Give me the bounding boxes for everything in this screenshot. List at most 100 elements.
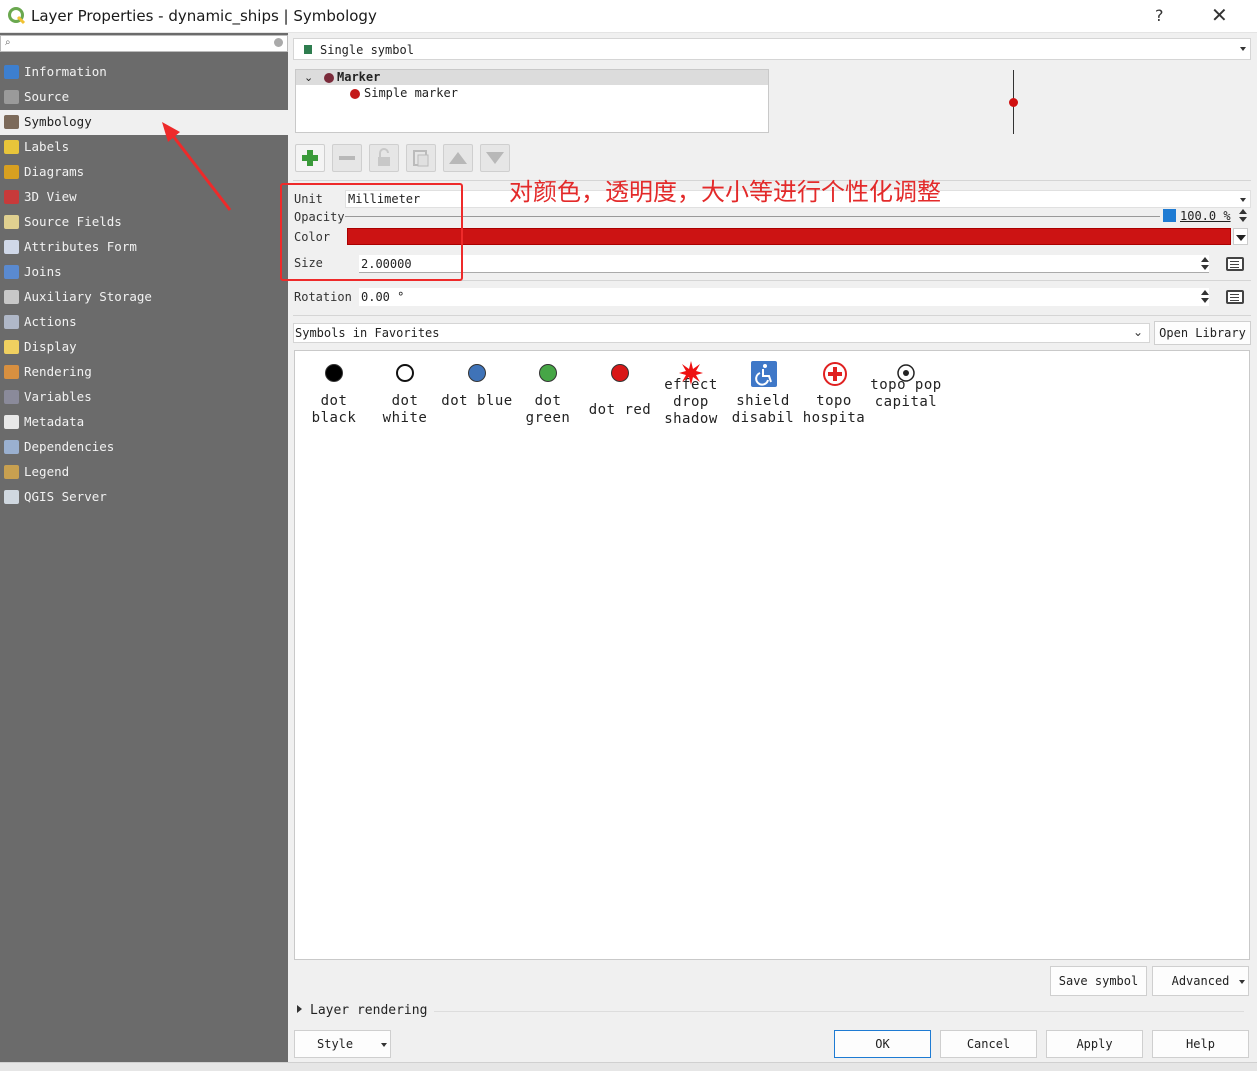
- dropdown-arrow-icon: [381, 1043, 387, 1047]
- sidebar-item-legend[interactable]: Legend: [0, 460, 288, 485]
- sidebar-item-label: Actions: [24, 314, 77, 329]
- move-up-button[interactable]: [443, 144, 473, 172]
- symbol-item-topo-hospita[interactable]: topo hospita: [798, 361, 870, 427]
- sidebar-item-information[interactable]: Information: [0, 60, 288, 85]
- save-symbol-button[interactable]: Save symbol: [1050, 966, 1147, 996]
- ok-button[interactable]: OK: [834, 1030, 931, 1058]
- opacity-slider[interactable]: [345, 216, 1160, 217]
- color-button[interactable]: [347, 228, 1231, 245]
- legend-icon: [4, 465, 19, 479]
- symbol-name: dot green: [525, 393, 571, 426]
- add-symbol-layer-button[interactable]: [295, 144, 325, 172]
- symbol-item-effect-drop-shadow[interactable]: effect drop shadow: [655, 361, 727, 428]
- sidebar-item-label: Diagrams: [24, 164, 85, 179]
- sidebar-item-3d-view[interactable]: 3D View: [0, 185, 288, 210]
- divider: [434, 1011, 1244, 1012]
- sidebar-item-label: Display: [24, 339, 77, 354]
- symbol-group-select[interactable]: Symbols in Favorites ⌄: [293, 323, 1150, 343]
- layer-rendering-label: Layer rendering: [310, 1003, 428, 1018]
- dot-icon: [322, 361, 346, 385]
- sidebar-item-label: QGIS Server: [24, 489, 107, 504]
- color-dropdown-button[interactable]: [1233, 228, 1248, 245]
- symbol-name: dot red: [588, 402, 652, 418]
- title-bar: Layer Properties - dynamic_ships | Symbo…: [0, 0, 1257, 33]
- symbol-item-dot-blue[interactable]: dot blue: [441, 361, 513, 410]
- help-button[interactable]: Help: [1152, 1030, 1249, 1058]
- sidebar-item-qgis-server[interactable]: QGIS Server: [0, 485, 288, 510]
- sidebar-item-diagrams[interactable]: Diagrams: [0, 160, 288, 185]
- apply-button[interactable]: Apply: [1046, 1030, 1143, 1058]
- cancel-button[interactable]: Cancel: [940, 1030, 1037, 1058]
- rotation-spinner[interactable]: [1200, 289, 1210, 305]
- opacity-value-field[interactable]: 100.0 %: [1180, 209, 1231, 223]
- advanced-menu-button[interactable]: Advanced: [1152, 966, 1249, 996]
- search-icon: ⌕: [5, 37, 11, 48]
- symbol-item-dot-white[interactable]: dot white: [369, 361, 441, 427]
- sidebar-item-source-fields[interactable]: Source Fields: [0, 210, 288, 235]
- symbol-item-shield-disabil[interactable]: shield disabil: [727, 361, 799, 427]
- rotation-input[interactable]: 0.00 °: [359, 288, 1209, 306]
- renderer-type-value: Single symbol: [320, 43, 414, 57]
- rotation-data-defined-override-icon[interactable]: [1226, 290, 1244, 304]
- layer-rendering-section[interactable]: Layer rendering: [297, 1003, 1244, 1018]
- arrow-down-icon: [486, 152, 504, 164]
- help-title-button[interactable]: ?: [1155, 6, 1164, 25]
- information-icon: [4, 65, 19, 79]
- sidebar-item-display[interactable]: Display: [0, 335, 288, 360]
- sidebar-item-source[interactable]: Source: [0, 85, 288, 110]
- metadata-icon: [4, 415, 19, 429]
- dot-icon: [536, 361, 560, 385]
- tree-marker-label[interactable]: Marker: [337, 70, 380, 84]
- sidebar-item-label: Rendering: [24, 364, 92, 379]
- renderer-type-select[interactable]: Single symbol: [293, 38, 1251, 60]
- capital-icon: [894, 361, 918, 385]
- sidebar-item-actions[interactable]: Actions: [0, 310, 288, 335]
- attributes-form-icon: [4, 240, 19, 254]
- size-spinner[interactable]: [1200, 256, 1210, 272]
- style-menu-button[interactable]: Style: [294, 1030, 391, 1058]
- remove-symbol-layer-button[interactable]: [332, 144, 362, 172]
- size-input[interactable]: 2.00000: [359, 255, 1209, 273]
- arrow-up-icon: [449, 152, 467, 164]
- sidebar-item-attributes-form[interactable]: Attributes Form: [0, 235, 288, 260]
- qgis-server-icon: [4, 490, 19, 504]
- lock-layer-button[interactable]: [369, 144, 399, 172]
- opacity-spinner[interactable]: [1238, 208, 1248, 224]
- duplicate-layer-button[interactable]: [406, 144, 436, 172]
- sidebar-item-metadata[interactable]: Metadata: [0, 410, 288, 435]
- clear-search-icon[interactable]: [274, 38, 283, 47]
- close-window-button[interactable]: ✕: [1211, 3, 1228, 27]
- symbology-icon: [4, 115, 19, 129]
- opacity-slider-handle[interactable]: [1163, 209, 1176, 222]
- sidebar-item-label: Variables: [24, 389, 92, 404]
- sidebar-search-input[interactable]: ⌕: [0, 35, 288, 52]
- tree-simple-marker-label[interactable]: Simple marker: [364, 86, 458, 100]
- style-label: Style: [317, 1037, 354, 1051]
- sidebar-item-label: Metadata: [24, 414, 85, 429]
- sidebar-item-label: Dependencies: [24, 439, 115, 454]
- sidebar-item-joins[interactable]: Joins: [0, 260, 288, 285]
- size-data-defined-override-icon[interactable]: [1226, 257, 1244, 271]
- sidebar-item-rendering[interactable]: Rendering: [0, 360, 288, 385]
- display-icon: [4, 340, 19, 354]
- symbol-group-value: Symbols in Favorites: [295, 326, 440, 340]
- sidebar-item-auxiliary-storage[interactable]: Auxiliary Storage: [0, 285, 288, 310]
- dot-icon: [608, 361, 632, 385]
- dot-icon: [465, 361, 489, 385]
- sidebar-item-labels[interactable]: Labels: [0, 135, 288, 160]
- source-fields-icon: [4, 215, 19, 229]
- sidebar-item-dependencies[interactable]: Dependencies: [0, 435, 288, 460]
- dropdown-arrow-icon: [1240, 198, 1246, 202]
- move-down-button[interactable]: [480, 144, 510, 172]
- symbol-item-dot-black[interactable]: dot black: [298, 361, 370, 427]
- rotation-value: 0.00 °: [361, 290, 405, 304]
- expand-arrow-icon: [297, 1005, 302, 1013]
- symbol-item-topo-pop-capital[interactable]: topo pop capital: [870, 364, 942, 411]
- sidebar-item-variables[interactable]: Variables: [0, 385, 288, 410]
- open-library-button[interactable]: Open Library: [1154, 321, 1251, 345]
- symbol-item-dot-green[interactable]: dot green: [512, 361, 584, 427]
- symbol-item-dot-red[interactable]: dot red: [584, 361, 656, 419]
- sidebar-item-symbology[interactable]: Symbology: [0, 110, 288, 135]
- collapse-chevron-icon[interactable]: ⌄: [304, 71, 313, 84]
- divider: [293, 315, 1251, 316]
